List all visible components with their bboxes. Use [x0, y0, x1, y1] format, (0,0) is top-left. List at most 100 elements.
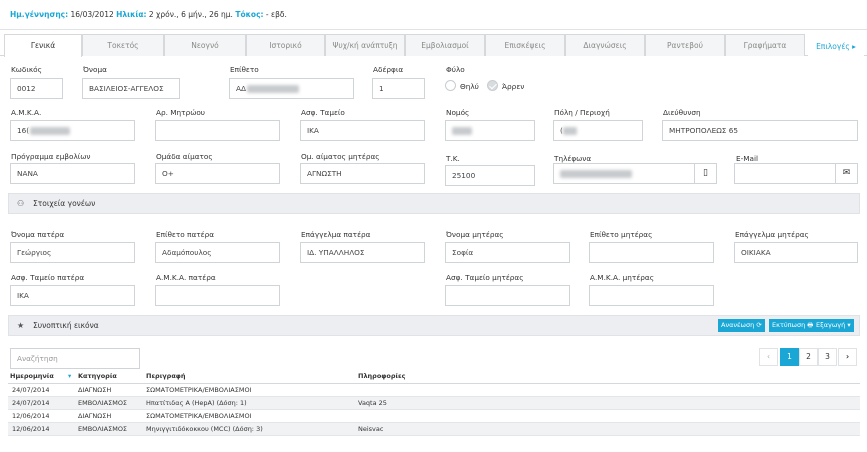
- tab-appointments[interactable]: Ραντεβού: [645, 34, 725, 56]
- mother-surname-field[interactable]: [589, 242, 714, 263]
- phone-label: Τηλέφωνα: [554, 154, 592, 163]
- address-label: Διεύθυνση: [663, 108, 701, 117]
- cell-description: Ηπατίτιδας Α (HepA) (Δόση: 1): [146, 399, 247, 407]
- birth-value: - εβδ.: [265, 10, 287, 19]
- column-header-category[interactable]: Κατηγορία: [78, 370, 117, 383]
- mother-amka-label: Α.Μ.Κ.Α. μητέρας: [590, 273, 654, 282]
- table-row[interactable]: 12/06/2014 ΔΙΑΓΝΩΣΗ ΣΩΜΑΤΟΜΕΤΡΙΚΑ/ΕΜΒΟΛΙ…: [8, 410, 860, 423]
- pagination-page-1[interactable]: 1: [780, 348, 799, 366]
- column-header-date[interactable]: Ημερομηνία: [10, 370, 54, 383]
- birth-label: Τόκος:: [235, 10, 264, 19]
- prefecture-field[interactable]: [445, 120, 535, 141]
- tab-visits[interactable]: Επισκέψεις: [485, 34, 565, 56]
- dob-label: Ημ.γέννησης:: [10, 10, 69, 19]
- first-name-field[interactable]: ΒΑΣΙΛΕΙΟΣ-ΑΓΓΕΛΟΣ: [82, 78, 180, 99]
- tab-development[interactable]: Ψυχ/κή ανάπτυξη: [325, 34, 405, 56]
- last-name-field[interactable]: ΑΔ: [229, 78, 354, 99]
- mother-insurance-field[interactable]: [445, 285, 570, 306]
- mother-blood-label: Ομ. αίματος μητέρας: [301, 152, 380, 161]
- cell-category: ΕΜΒΟΛΙΑΣΜΟΣ: [78, 399, 128, 407]
- email-field[interactable]: ✉: [734, 163, 858, 184]
- father-name-label: Όνομα πατέρα: [11, 230, 65, 239]
- tab-delivery[interactable]: Τοκετός: [82, 34, 164, 56]
- table-row[interactable]: 24/07/2014 ΕΜΒΟΛΙΑΣΜΟΣ Ηπατίτιδας Α (Hep…: [8, 397, 860, 410]
- options-menu[interactable]: Επιλογές ▸: [808, 36, 864, 58]
- father-amka-label: Α.Μ.Κ.Α. πατέρα: [156, 273, 216, 282]
- summary-section-header: ★ Συνοπτική εικόνα Ανανέωση ⟳ Εκτύπωση 🖶…: [8, 315, 860, 336]
- insurance-field[interactable]: ΙΚΑ: [300, 120, 425, 141]
- code-field[interactable]: 0012: [10, 78, 63, 99]
- postal-field[interactable]: 25100: [445, 165, 535, 186]
- mother-job-field[interactable]: ΟΙΚΙΑΚΑ: [734, 242, 858, 263]
- print-button[interactable]: Εκτύπωση 🖶: [769, 319, 817, 332]
- siblings-label: Αδέρφια: [373, 65, 404, 74]
- tab-charts[interactable]: Γραφήματα: [725, 34, 805, 56]
- parents-section-title: Στοιχεία γονέων: [33, 199, 96, 208]
- mother-name-label: Όνομα μητέρας: [446, 230, 504, 239]
- father-surname-label: Επίθετο πατέρα: [156, 230, 215, 239]
- mother-amka-field[interactable]: [589, 285, 714, 306]
- insurance-label: Ασφ. Ταμείο: [301, 108, 345, 117]
- father-job-label: Επάγγελμα πατέρα: [301, 230, 371, 239]
- summary-section-title: Συνοπτική εικόνα: [33, 321, 99, 330]
- cell-description: ΣΩΜΑΤΟΜΕΤΡΙΚΑ/ΕΜΒΟΛΙΑΣΜΟΙ: [146, 386, 252, 394]
- mother-insurance-label: Ασφ. Ταμείο μητέρας: [446, 273, 524, 282]
- tab-history[interactable]: Ιστορικό: [246, 34, 325, 56]
- city-field[interactable]: (: [553, 120, 643, 141]
- gender-female-radio[interactable]: [445, 80, 456, 91]
- cell-description: Μηνιγγιτιδόκοκκου (MCC) (Δόση: 3): [146, 425, 263, 433]
- gender-label: Φύλο: [446, 65, 465, 74]
- prefecture-label: Νομός: [446, 108, 470, 117]
- pagination-next[interactable]: ›: [838, 348, 857, 366]
- amka-field[interactable]: 16(: [10, 120, 135, 141]
- tab-newborn[interactable]: Νεογνό: [164, 34, 246, 56]
- cell-info: Neisvac: [358, 425, 384, 433]
- envelope-icon[interactable]: ✉: [835, 164, 857, 183]
- mother-blood-field[interactable]: ΑΓΝΩΣΤΗ: [300, 163, 425, 184]
- pagination-page-3[interactable]: 3: [818, 348, 837, 366]
- tab-general[interactable]: Γενικά: [4, 34, 82, 57]
- refresh-button[interactable]: Ανανέωση ⟳: [718, 319, 765, 332]
- cell-category: ΔΙΑΓΝΩΣΗ: [78, 386, 112, 394]
- table-row[interactable]: 12/06/2014 ΕΜΒΟΛΙΑΣΜΟΣ Μηνιγγιτιδόκοκκου…: [8, 423, 860, 436]
- age-value: 2 χρόν., 6 μήν., 26 ημ.: [148, 10, 233, 19]
- father-name-field[interactable]: Γεώργιος: [10, 242, 135, 263]
- pagination-page-2[interactable]: 2: [799, 348, 818, 366]
- pagination-prev[interactable]: ‹: [759, 348, 778, 366]
- cell-category: ΔΙΑΓΝΩΣΗ: [78, 412, 112, 420]
- search-input[interactable]: Αναζήτηση: [10, 348, 140, 369]
- siblings-field[interactable]: 1: [372, 78, 425, 99]
- last-name-label: Επίθετο: [230, 65, 259, 74]
- vaccine-program-field[interactable]: NANA: [10, 163, 135, 184]
- redacted-block: [560, 170, 632, 178]
- father-surname-field[interactable]: Αδαμόπουλος: [155, 242, 280, 263]
- tab-diagnoses[interactable]: Διαγνώσεις: [565, 34, 645, 56]
- address-field[interactable]: ΜΗΤΡΟΠΟΛΕΩΣ 65: [662, 120, 858, 141]
- column-header-description[interactable]: Περιγραφή: [146, 370, 186, 383]
- star-icon: ★: [17, 321, 25, 330]
- phone-field[interactable]: ▯: [553, 163, 717, 184]
- mother-name-field[interactable]: Σοφία: [445, 242, 570, 263]
- tab-vaccinations[interactable]: Εμβολιασμοί: [405, 34, 485, 56]
- gender-male-label: Άρρεν: [502, 82, 525, 91]
- mobile-phone-icon[interactable]: ▯: [694, 164, 716, 183]
- father-job-field[interactable]: ΙΔ. ΥΠΑΛΛΗΛΟΣ: [300, 242, 425, 263]
- mother-surname-label: Επίθετο μητέρας: [590, 230, 653, 239]
- father-amka-field[interactable]: [155, 285, 280, 306]
- father-insurance-label: Ασφ. Ταμείο πατέρα: [11, 273, 85, 282]
- vaccine-program-label: Πρόγραμμα εμβολίων: [11, 152, 91, 161]
- father-insurance-field[interactable]: ΙΚΑ: [10, 285, 135, 306]
- sort-desc-icon[interactable]: ▾: [68, 370, 71, 383]
- postal-label: Τ.Κ.: [446, 154, 460, 163]
- table-row[interactable]: 24/07/2014 ΔΙΑΓΝΩΣΗ ΣΩΜΑΤΟΜΕΤΡΙΚΑ/ΕΜΒΟΛΙ…: [8, 384, 860, 397]
- cell-description: ΣΩΜΑΤΟΜΕΤΡΙΚΑ/ΕΜΒΟΛΙΑΣΜΟΙ: [146, 412, 252, 420]
- export-button[interactable]: Εξαγωγή ▾: [813, 319, 854, 332]
- column-header-info[interactable]: Πληροφορίες: [358, 370, 406, 383]
- gender-male-radio[interactable]: [487, 80, 498, 91]
- table-header: Ημερομηνία ▾ Κατηγορία Περιγραφή Πληροφο…: [8, 370, 860, 384]
- registry-field[interactable]: [155, 120, 280, 141]
- blood-group-field[interactable]: O+: [155, 163, 280, 184]
- parents-section-header[interactable]: ⚇ Στοιχεία γονέων: [8, 193, 860, 214]
- email-label: E-Mail: [736, 154, 759, 163]
- redacted-block: [30, 127, 71, 135]
